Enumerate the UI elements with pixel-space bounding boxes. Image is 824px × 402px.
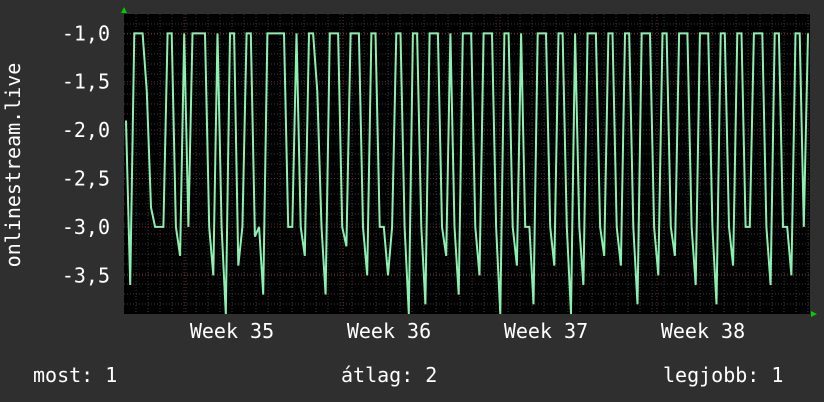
- x-axis-arrow-icon: [811, 311, 817, 317]
- line-chart: -1,0-1,5-2,0-2,5-3,0-3,5 Week 35 Week 36 W…: [1, 7, 817, 343]
- y-axis-ticks: -1,0 -1,5 -2,0 -2,5 -3,0 -3,5: [62, 21, 110, 287]
- y-tick-label: -3,5: [62, 263, 110, 287]
- x-tick-label: Week 36: [347, 319, 431, 343]
- stat-current: most: 1: [33, 363, 118, 387]
- x-tick-label: Week 38: [661, 319, 745, 343]
- y-tick-label: -2,5: [62, 167, 110, 191]
- stat-average: átlag: 2: [341, 363, 438, 387]
- x-tick-label: Week 37: [504, 319, 588, 343]
- y-axis-arrow-icon: [121, 7, 127, 13]
- y-tick-label: -1,5: [62, 70, 110, 94]
- y-axis-title: onlinestream.live: [1, 63, 25, 268]
- y-tick-label: -1,0: [62, 21, 110, 45]
- stat-best: legjobb: 1: [663, 363, 784, 387]
- x-tick-label: Week 35: [190, 319, 274, 343]
- y-tick-label: -3,0: [62, 215, 110, 239]
- y-tick-label: -2,0: [62, 118, 110, 142]
- x-axis-ticks: Week 35 Week 36 Week 37 Week 38: [190, 319, 745, 343]
